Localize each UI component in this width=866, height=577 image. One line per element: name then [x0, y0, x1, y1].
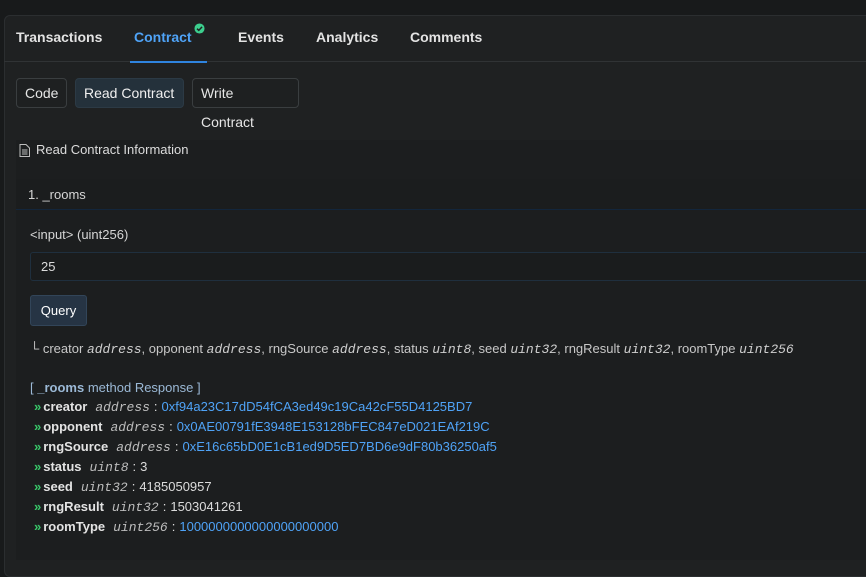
- signature-prefix: └: [30, 341, 40, 356]
- response-row-rngsource: » rngSource address:0xE16c65bD0E1cB1ed9D5E…: [34, 439, 497, 455]
- response-field-type: address: [110, 420, 166, 435]
- response-field-name: creator: [43, 399, 88, 414]
- subtab-read-contract[interactable]: Read Contract: [75, 78, 184, 108]
- response-field-name: rngResult: [43, 499, 104, 514]
- signature-name: creator: [42, 341, 84, 356]
- response-field-name: status: [43, 459, 82, 474]
- response-field-value: 1503041261: [170, 499, 243, 514]
- response-header: [ _rooms method Response ]: [30, 380, 201, 395]
- tab-events[interactable]: Events: [238, 15, 284, 61]
- response-row-status: » status uint8:3: [34, 459, 148, 475]
- response-row-opponent: » opponent address:0x0AE00791fE3948E153128…: [34, 419, 490, 435]
- response-field-name: seed: [43, 479, 73, 494]
- signature-type: uint8: [432, 342, 472, 357]
- rngsource-address-link[interactable]: 0xE16c65bD0E1cB1ed9D5ED7BD6e9dF80b36250a…: [182, 439, 496, 454]
- signature-type: address: [332, 342, 387, 357]
- double-chevron-right-icon: »: [34, 499, 42, 514]
- response-row-creator: » creator address:0xf94a23C17dD54fCA3ed49c…: [34, 399, 473, 415]
- double-chevron-right-icon: »: [34, 419, 42, 434]
- signature-name: seed: [478, 341, 507, 356]
- roomtype-value: 1000000000000000000000: [179, 519, 339, 534]
- response-row-rngresult: » rngResult uint32:1503041261: [34, 499, 243, 515]
- response-field-type: uint32: [80, 480, 128, 495]
- tab-comments[interactable]: Comments: [410, 15, 482, 61]
- verified-check-icon: [194, 7, 205, 51]
- response-suffix: method Response ]: [87, 380, 201, 395]
- input-label: <input> (uint256): [30, 227, 129, 242]
- response-field-value: 3: [140, 459, 148, 474]
- method-header-label: 1. _rooms: [28, 187, 86, 202]
- response-field-name: rngSource: [43, 439, 109, 454]
- response-field-type: uint32: [111, 500, 159, 515]
- tab-contract-label: Contract: [134, 29, 192, 45]
- double-chevron-right-icon: »: [34, 399, 42, 414]
- double-chevron-right-icon: »: [34, 479, 42, 494]
- signature-name: rngSource: [268, 341, 329, 356]
- response-row-seed: » seed uint32:4185050957: [34, 479, 212, 495]
- signature-type: uint32: [510, 342, 558, 357]
- subtab-code[interactable]: Code: [16, 78, 67, 108]
- signature-name: roomType: [677, 341, 736, 356]
- double-chevron-right-icon: »: [34, 519, 42, 534]
- response-field-name: roomType: [43, 519, 106, 534]
- response-row-roomtype: » roomType uint256:1000000000000000000000: [34, 519, 339, 535]
- info-title: Read Contract Information: [36, 142, 189, 157]
- double-chevron-right-icon: »: [34, 439, 42, 454]
- response-field-name: opponent: [43, 419, 103, 434]
- signature-type: address: [86, 342, 142, 357]
- tab-analytics[interactable]: Analytics: [316, 15, 378, 61]
- response-open: [: [30, 380, 34, 395]
- output-signature: └ creator address, opponent address, rng…: [30, 341, 794, 357]
- document-icon: [19, 144, 30, 160]
- tab-transactions[interactable]: Transactions: [16, 15, 102, 61]
- subtab-write-contract[interactable]: Write Contract: [192, 78, 299, 130]
- double-chevron-right-icon: »: [34, 459, 42, 474]
- creator-address-link[interactable]: 0xf94a23C17dD54fCA3ed49c19Ca42cF55D4125B…: [162, 399, 473, 414]
- signature-name: rngResult: [564, 341, 621, 356]
- signature-type: uint256: [739, 342, 794, 357]
- response-field-type: address: [95, 400, 150, 415]
- signature-type: uint32: [623, 342, 671, 357]
- opponent-address-link[interactable]: 0x0AE00791fE3948E153128bFEC847eD021EAf21…: [177, 419, 490, 434]
- response-field-type: uint256: [113, 520, 168, 535]
- response-field-value: 4185050957: [139, 479, 212, 494]
- tab-bar: Transactions Contract Events Analytics C…: [4, 15, 866, 63]
- uint256-input[interactable]: [30, 252, 866, 281]
- tab-contract[interactable]: Contract: [130, 15, 207, 63]
- signature-name: opponent: [148, 341, 204, 356]
- response-field-type: address: [116, 440, 171, 455]
- query-button[interactable]: Query: [30, 295, 87, 326]
- signature-name: status: [393, 341, 429, 356]
- method-header[interactable]: 1. _rooms: [16, 179, 866, 210]
- response-field-type: uint8: [89, 460, 129, 475]
- signature-type: address: [206, 342, 262, 357]
- response-method: _rooms: [37, 380, 85, 395]
